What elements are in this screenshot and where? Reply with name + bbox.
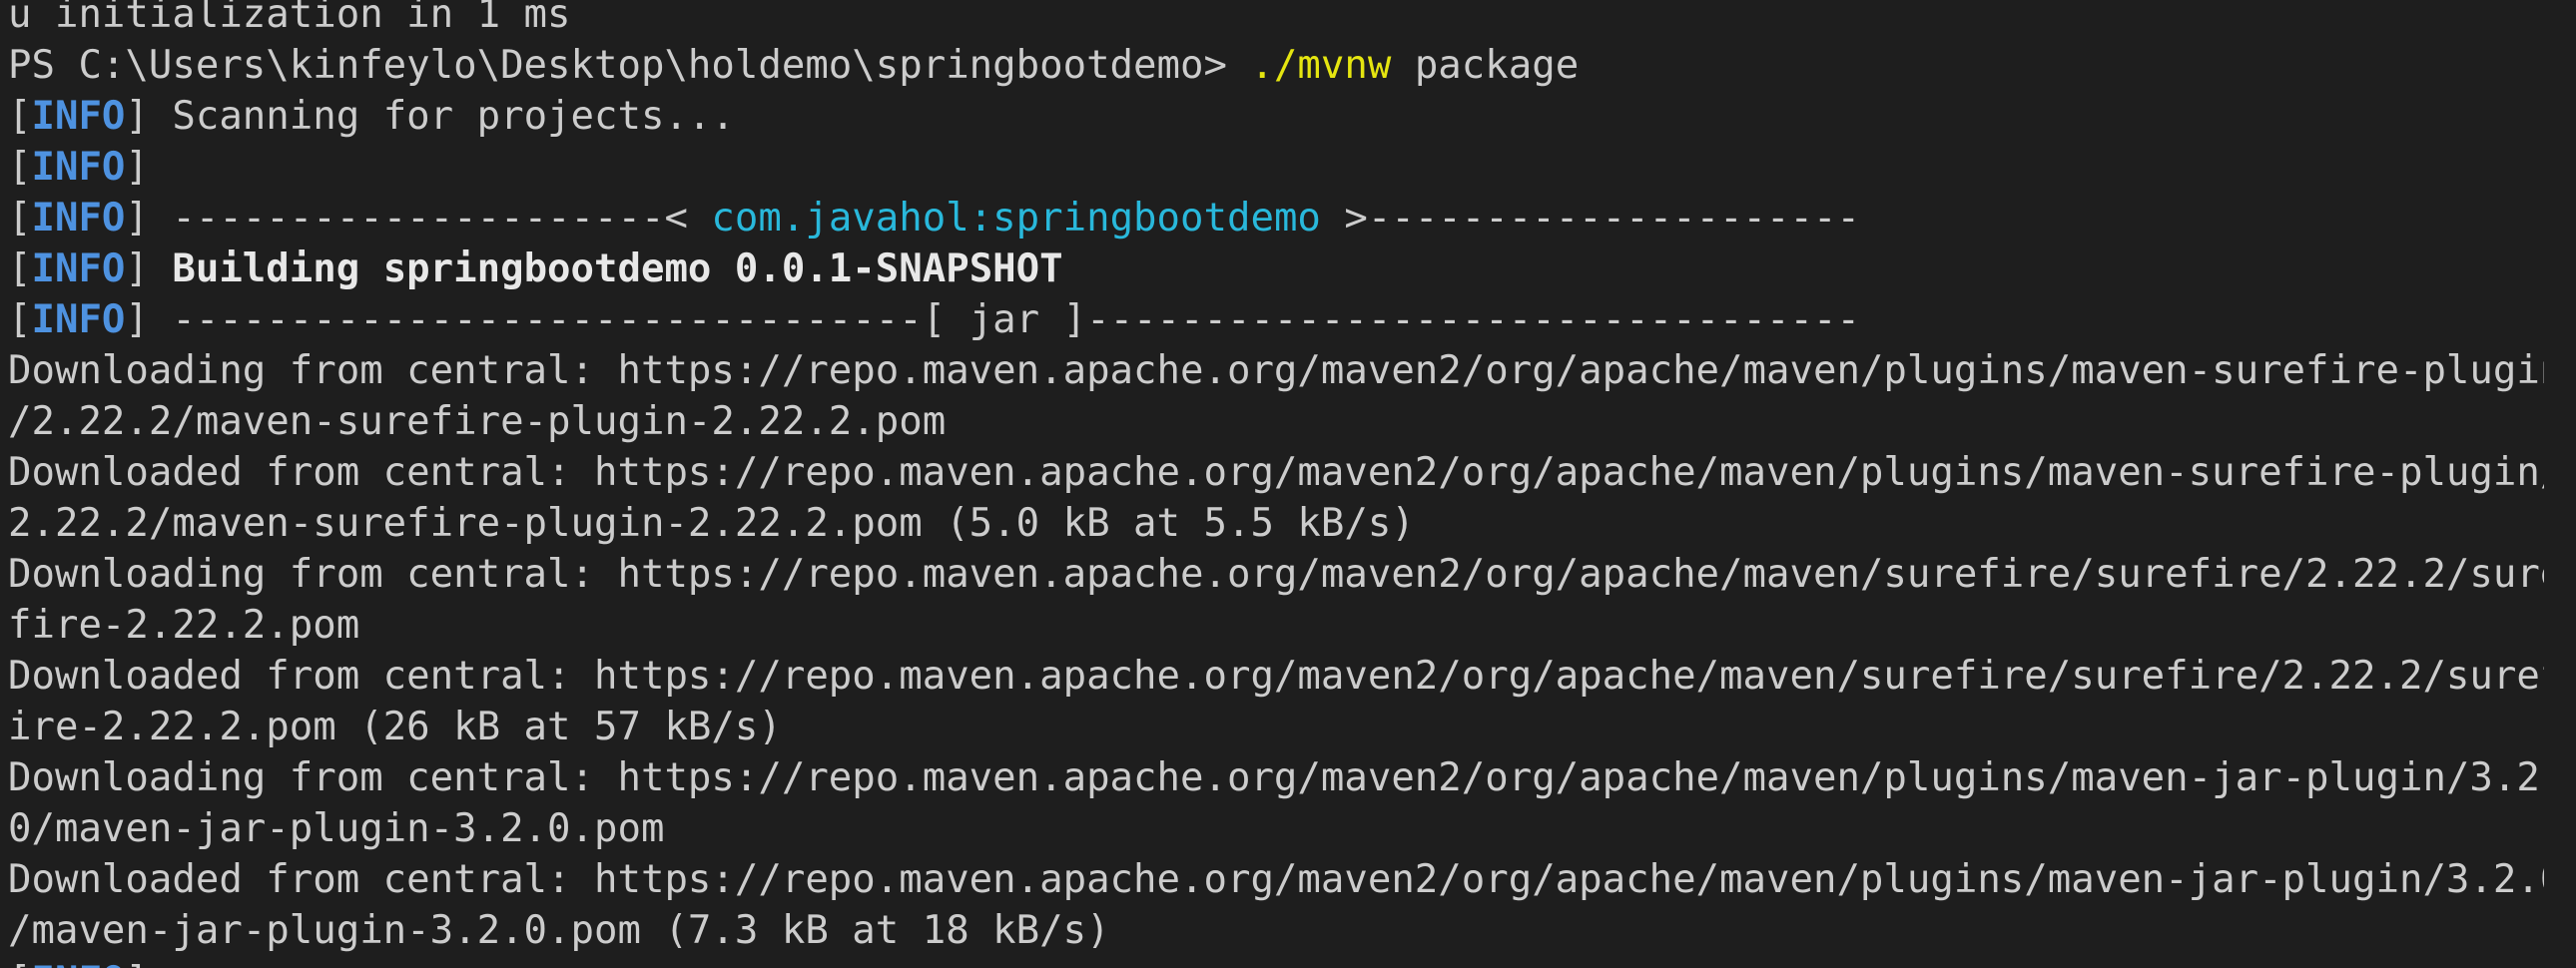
terminal-scrollbar[interactable] [2548,0,2576,968]
terminal-log-line: Downloaded from central: https://repo.ma… [8,450,2544,495]
info-tag: INFO [31,297,126,342]
command-name: ./mvnw [1250,43,1392,88]
info-tag: INFO [31,246,126,291]
terminal-log-line: Downloading from central: https://repo.m… [8,552,2544,597]
command-args: package [1391,43,1580,88]
terminal-log-line: Downloaded from central: https://repo.ma… [8,857,2544,902]
terminal-log-line: ire-2.22.2.pom (26 kB at 57 kB/s) [8,705,782,749]
artifact-id: com.javahol:springbootdemo [711,196,1321,241]
terminal-line-info: [INFO] [8,956,2544,968]
terminal-line-info: [INFO] Scanning for projects... [8,94,735,139]
terminal-line-info: [INFO] ---------------------< com.javaho… [8,196,1860,241]
packaging-separator: --------------------------------[ jar ]-… [148,297,1860,342]
prompt-path: PS C:\Users\kinfeylo\Desktop\holdemo\spr… [8,43,1251,88]
terminal-prompt-line: PS C:\Users\kinfeylo\Desktop\holdemo\spr… [8,40,2544,91]
terminal-line-info: [INFO] --------------------------------[… [8,297,1860,342]
terminal-output: u initialization in 1 ms PS C:\Users\kin… [8,0,2544,968]
info-tag: INFO [31,196,126,241]
terminal-log-line: 2.22.2/maven-surefire-plugin-2.22.2.pom … [8,501,1415,546]
separator-right: >--------------------- [1320,196,1860,241]
terminal-log-line: /2.22.2/maven-surefire-plugin-2.22.2.pom [8,399,947,444]
terminal-log-line: Downloading from central: https://repo.m… [8,755,2544,800]
terminal-log-line: 0/maven-jar-plugin-3.2.0.pom [8,806,665,851]
separator-left: ---------------------< [148,196,712,241]
terminal-line-partial: u initialization in 1 ms [8,0,571,37]
terminal-log-line: /maven-jar-plugin-3.2.0.pom (7.3 kB at 1… [8,908,1110,953]
info-tag: INFO [31,145,126,190]
terminal-log-line: Downloaded from central: https://repo.ma… [8,654,2544,699]
build-title: Building springbootdemo 0.0.1-SNAPSHOT [148,246,1063,291]
terminal-line-info: [INFO] [8,145,149,190]
terminal-log-line: fire-2.22.2.pom [8,603,360,648]
terminal-window[interactable]: u initialization in 1 ms PS C:\Users\kin… [0,0,2576,968]
info-tag: INFO [31,959,125,968]
terminal-log-line: Downloading from central: https://repo.m… [8,348,2544,393]
terminal-line-info: [INFO] Building springbootdemo 0.0.1-SNA… [8,246,1063,291]
info-text: Scanning for projects... [148,94,735,139]
info-tag: INFO [31,94,126,139]
